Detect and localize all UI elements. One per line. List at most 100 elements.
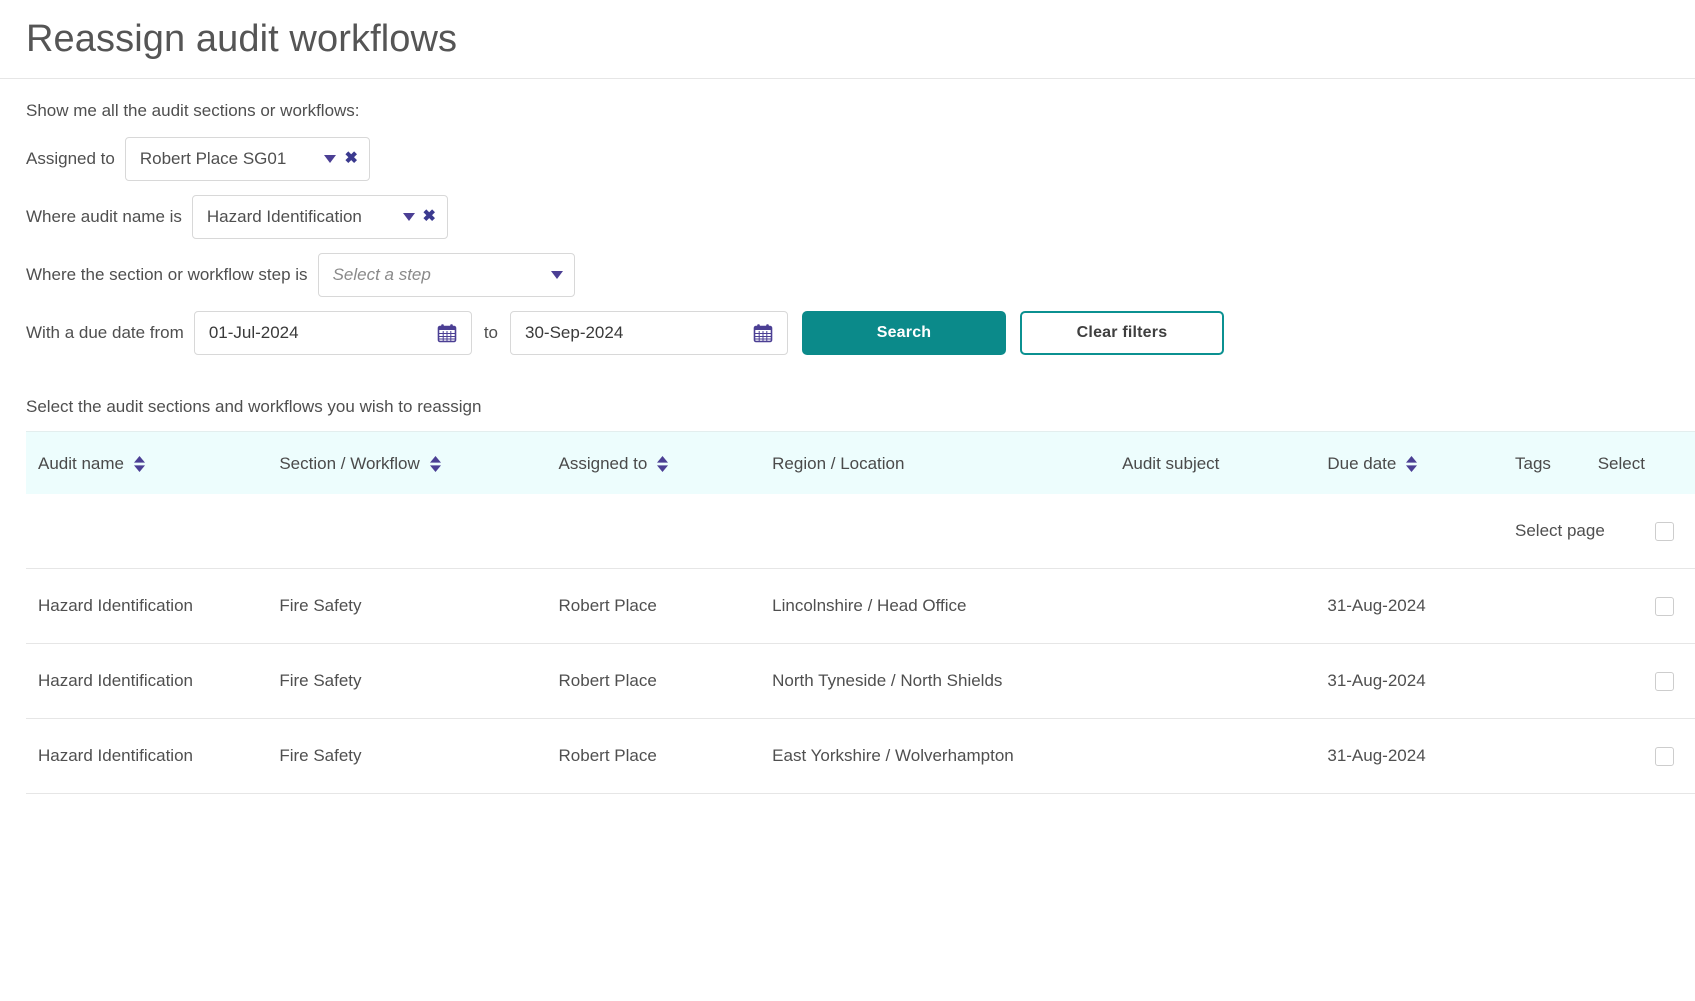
cell-assigned-to: Robert Place xyxy=(559,718,761,793)
cell-audit-name: Hazard Identification xyxy=(26,568,279,643)
select-page-label: Select page xyxy=(1515,494,1598,569)
assigned-to-label: Assigned to xyxy=(26,149,115,169)
date-from-input[interactable]: 01-Jul-2024 xyxy=(194,311,472,355)
column-header-section-workflow[interactable]: Section / Workflow xyxy=(279,431,558,494)
clear-x-icon[interactable]: ✖ xyxy=(423,209,436,225)
cell-select xyxy=(1598,568,1695,643)
cell-subject xyxy=(1122,568,1313,643)
cell-subject xyxy=(1122,643,1313,718)
column-label: Section / Workflow xyxy=(279,454,419,474)
cell-section: Fire Safety xyxy=(279,643,558,718)
cell-region: Lincolnshire / Head Office xyxy=(760,568,1122,643)
step-placeholder: Select a step xyxy=(333,265,431,285)
chevron-down-icon[interactable] xyxy=(551,271,563,279)
column-header-tags: Tags xyxy=(1515,431,1598,494)
column-label: Due date xyxy=(1327,454,1396,474)
clear-x-icon[interactable]: ✖ xyxy=(344,151,357,167)
cell-tags xyxy=(1515,643,1598,718)
sort-icon[interactable] xyxy=(429,455,442,473)
cell-section: Fire Safety xyxy=(279,568,558,643)
column-label: Audit name xyxy=(38,454,124,474)
date-range-to-label: to xyxy=(484,323,498,343)
audit-name-select[interactable]: Hazard Identification ✖ xyxy=(192,195,448,239)
cell-assigned-to: Robert Place xyxy=(559,643,761,718)
filter-row-step: Where the section or workflow step is Se… xyxy=(26,253,1695,297)
cell-due-date: 31-Aug-2024 xyxy=(1313,718,1515,793)
select-page-spacer xyxy=(559,494,761,569)
select-page-spacer xyxy=(1122,494,1313,569)
table-row: Hazard Identification Fire Safety Robert… xyxy=(26,718,1695,793)
page-header: Reassign audit workflows xyxy=(0,0,1695,79)
cell-region: East Yorkshire / Wolverhampton xyxy=(760,718,1122,793)
page-root: Reassign audit workflows Show me all the… xyxy=(0,0,1695,1001)
filter-row-due-date: With a due date from 01-Jul-2024 xyxy=(26,311,1695,355)
cell-assigned-to: Robert Place xyxy=(559,568,761,643)
column-label: Select xyxy=(1598,454,1645,474)
assigned-to-select[interactable]: Robert Place SG01 ✖ xyxy=(125,137,370,181)
results-table-body: Select page Hazard Identification Fire S… xyxy=(26,494,1695,794)
select-page-spacer xyxy=(760,494,1122,569)
column-label: Region / Location xyxy=(772,454,904,474)
cell-due-date: 31-Aug-2024 xyxy=(1313,568,1515,643)
date-from-value: 01-Jul-2024 xyxy=(209,323,437,343)
cell-tags xyxy=(1515,568,1598,643)
cell-tags xyxy=(1515,718,1598,793)
filter-panel: Show me all the audit sections or workfl… xyxy=(0,79,1695,355)
cell-due-date: 31-Aug-2024 xyxy=(1313,643,1515,718)
step-select[interactable]: Select a step xyxy=(318,253,575,297)
page-title: Reassign audit workflows xyxy=(26,18,1695,62)
table-header-row: Audit name Section / Workflow xyxy=(26,431,1695,494)
table-row: Hazard Identification Fire Safety Robert… xyxy=(26,568,1695,643)
select-page-checkbox[interactable] xyxy=(1655,522,1674,541)
row-checkbox[interactable] xyxy=(1655,672,1674,691)
column-header-region-location: Region / Location xyxy=(760,431,1122,494)
select-page-spacer xyxy=(279,494,558,569)
cell-section: Fire Safety xyxy=(279,718,558,793)
calendar-icon[interactable] xyxy=(753,323,773,343)
assigned-to-value: Robert Place SG01 xyxy=(140,149,286,169)
row-checkbox[interactable] xyxy=(1655,747,1674,766)
date-to-input[interactable]: 30-Sep-2024 xyxy=(510,311,788,355)
cell-select xyxy=(1598,718,1695,793)
clear-filters-button[interactable]: Clear filters xyxy=(1020,311,1224,355)
assigned-to-controls: ✖ xyxy=(310,151,357,167)
column-header-audit-name[interactable]: Audit name xyxy=(26,431,279,494)
sort-icon[interactable] xyxy=(1405,455,1418,473)
column-header-assigned-to[interactable]: Assigned to xyxy=(559,431,761,494)
chevron-down-icon[interactable] xyxy=(324,155,336,163)
table-row: Hazard Identification Fire Safety Robert… xyxy=(26,643,1695,718)
search-button[interactable]: Search xyxy=(802,311,1006,355)
audit-name-controls: ✖ xyxy=(389,209,436,225)
audit-name-label: Where audit name is xyxy=(26,207,182,227)
column-label: Assigned to xyxy=(559,454,648,474)
filter-row-audit-name: Where audit name is Hazard Identificatio… xyxy=(26,195,1695,239)
audit-name-value: Hazard Identification xyxy=(207,207,362,227)
cell-audit-name: Hazard Identification xyxy=(26,718,279,793)
column-header-due-date[interactable]: Due date xyxy=(1313,431,1515,494)
column-header-audit-subject: Audit subject xyxy=(1122,431,1313,494)
row-checkbox[interactable] xyxy=(1655,597,1674,616)
cell-region: North Tyneside / North Shields xyxy=(760,643,1122,718)
select-page-row: Select page xyxy=(26,494,1695,569)
filter-row-assigned-to: Assigned to Robert Place SG01 ✖ xyxy=(26,137,1695,181)
cell-select xyxy=(1598,643,1695,718)
column-header-select: Select xyxy=(1598,431,1695,494)
results-table-head: Audit name Section / Workflow xyxy=(26,431,1695,494)
sort-icon[interactable] xyxy=(133,455,146,473)
filter-intro-text: Show me all the audit sections or workfl… xyxy=(26,101,1695,121)
table-intro-text: Select the audit sections and workflows … xyxy=(0,369,1695,431)
due-date-label: With a due date from xyxy=(26,323,184,343)
chevron-down-icon[interactable] xyxy=(403,213,415,221)
calendar-icon[interactable] xyxy=(437,323,457,343)
column-label: Tags xyxy=(1515,454,1551,474)
step-label: Where the section or workflow step is xyxy=(26,265,308,285)
select-page-spacer xyxy=(1313,494,1515,569)
results-table: Audit name Section / Workflow xyxy=(26,431,1695,794)
date-to-value: 30-Sep-2024 xyxy=(525,323,753,343)
select-page-spacer xyxy=(26,494,279,569)
cell-subject xyxy=(1122,718,1313,793)
sort-icon[interactable] xyxy=(656,455,669,473)
cell-audit-name: Hazard Identification xyxy=(26,643,279,718)
column-label: Audit subject xyxy=(1122,454,1219,474)
select-page-checkbox-cell xyxy=(1598,494,1695,569)
